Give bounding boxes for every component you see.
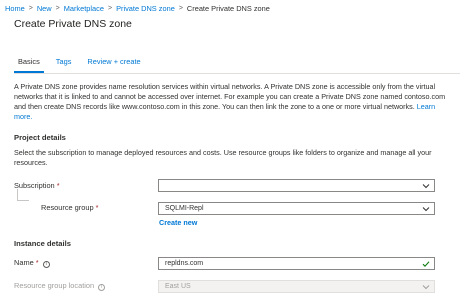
project-details-description: Select the subscription to manage deploy…: [14, 148, 432, 167]
chevron-right-icon: >: [107, 5, 113, 12]
required-marker: *: [56, 181, 60, 190]
tab-strip: Basics Tags Review + create: [14, 57, 153, 73]
project-details-title: Project details: [14, 133, 66, 142]
intro-text: A Private DNS zone provides name resolut…: [14, 82, 446, 111]
chevron-down-icon: [422, 184, 430, 189]
breadcrumb: Home > New > Marketplace > Private DNS z…: [5, 3, 270, 14]
resource-group-location-label: Resource group location i: [14, 281, 106, 291]
tree-connector-horizontal: [17, 200, 29, 201]
breadcrumb-private-dns-zone[interactable]: Private DNS zone: [116, 4, 175, 13]
name-value: repldns.com: [165, 260, 204, 267]
chevron-right-icon: >: [28, 5, 33, 12]
tab-basics[interactable]: Basics: [14, 57, 44, 73]
chevron-down-icon: [422, 207, 430, 212]
name-label: Name * i: [14, 258, 50, 268]
resource-group-location-dropdown: East US: [158, 280, 435, 293]
tab-tags[interactable]: Tags: [52, 57, 76, 73]
resource-group-dropdown[interactable]: SQLMI-Repl: [158, 202, 435, 215]
subscription-label: Subscription *: [14, 181, 60, 190]
create-new-resource-group-link[interactable]: Create new: [159, 218, 197, 227]
location-value: East US: [165, 283, 191, 290]
resource-group-label-text: Resource group: [41, 203, 94, 212]
breadcrumb-current: Create Private DNS zone: [186, 4, 270, 13]
tab-divider: [14, 73, 460, 74]
name-label-text: Name: [14, 258, 34, 267]
location-label-text: Resource group location: [14, 281, 95, 290]
breadcrumb-marketplace[interactable]: Marketplace: [64, 4, 104, 13]
checkmark-icon: [422, 261, 430, 267]
chevron-right-icon: >: [178, 5, 183, 12]
tree-connector-vertical: [17, 189, 18, 200]
chevron-down-icon: [422, 285, 430, 290]
required-marker: *: [35, 258, 39, 267]
breadcrumb-home[interactable]: Home: [5, 4, 25, 13]
subscription-dropdown[interactable]: [158, 179, 435, 192]
instance-details-title: Instance details: [14, 239, 71, 248]
chevron-right-icon: >: [55, 5, 60, 12]
intro-description: A Private DNS zone provides name resolut…: [14, 82, 454, 122]
resource-group-value: SQLMI-Repl: [165, 205, 204, 212]
required-marker: *: [95, 203, 99, 212]
info-icon[interactable]: i: [42, 261, 50, 268]
info-icon[interactable]: i: [98, 284, 106, 291]
page-title: Create Private DNS zone: [14, 18, 132, 30]
subscription-label-text: Subscription: [14, 181, 55, 190]
name-input[interactable]: repldns.com: [158, 257, 435, 270]
tab-review-create[interactable]: Review + create: [83, 57, 144, 73]
breadcrumb-new[interactable]: New: [37, 4, 52, 13]
resource-group-label: Resource group *: [41, 203, 99, 212]
